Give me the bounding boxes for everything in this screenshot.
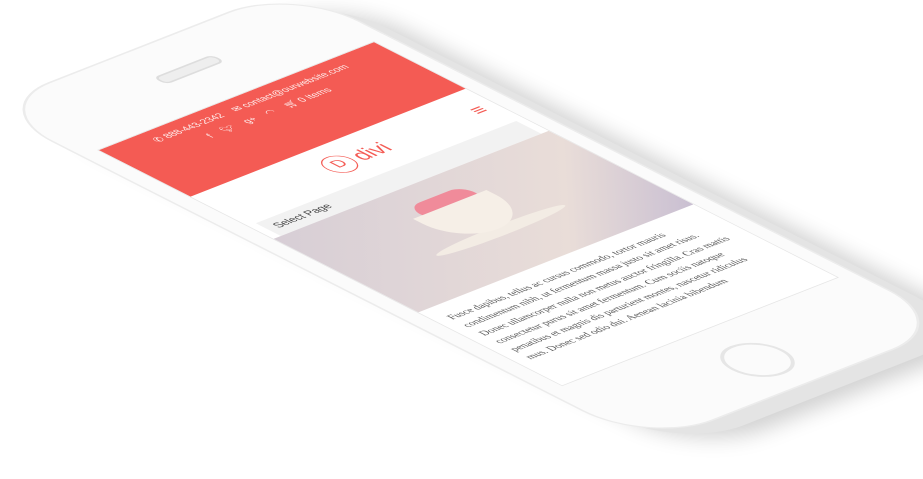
cart-count: 0 Items (294, 86, 336, 104)
logo[interactable]: D divi (313, 139, 401, 176)
google-plus-icon[interactable]: g+ (240, 116, 261, 125)
facebook-icon[interactable]: f (204, 133, 217, 139)
hamburger-icon[interactable]: ≡ (463, 103, 496, 118)
home-button[interactable] (704, 336, 811, 384)
speaker-icon (152, 54, 226, 85)
twitter-icon[interactable]: 🐦︎ (217, 124, 239, 134)
rss-icon[interactable]: ◠ (262, 108, 281, 117)
